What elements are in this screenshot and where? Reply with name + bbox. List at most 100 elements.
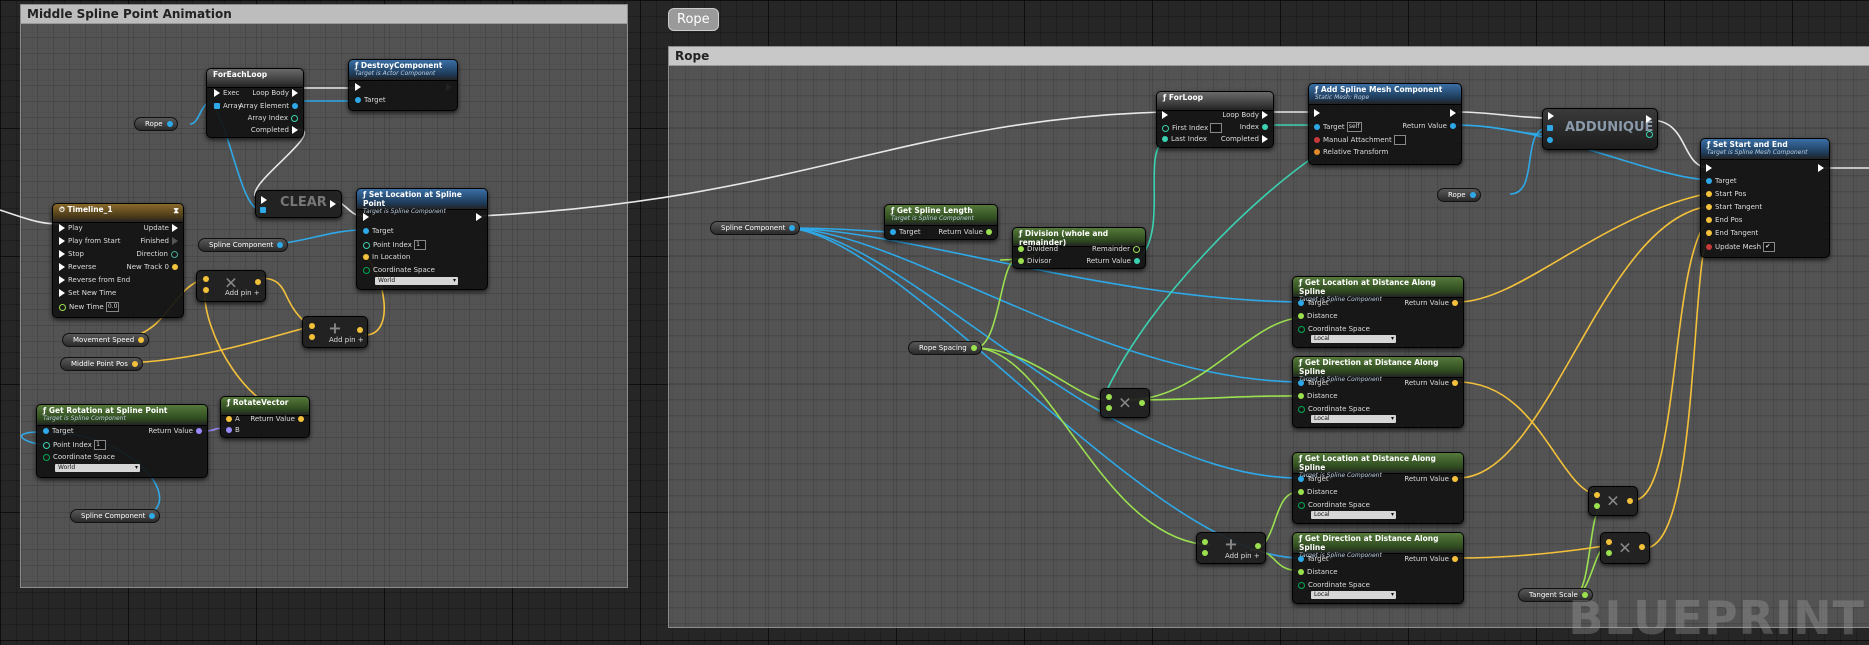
exec-in-pin[interactable]	[355, 83, 361, 91]
output-pin[interactable]	[255, 279, 261, 285]
item-pin[interactable]	[1547, 137, 1553, 143]
index-pin[interactable]	[1262, 124, 1268, 130]
point-index-field[interactable]: 1	[414, 240, 427, 250]
variable-pin[interactable]	[789, 225, 796, 231]
exec-out-pin[interactable]	[1646, 115, 1652, 123]
input-pin[interactable]	[1202, 539, 1208, 545]
destroy-component-node[interactable]: ƒ DestroyComponent Target is Actor Compon…	[348, 59, 458, 111]
node-header[interactable]: ƒ Get Location at Distance Along Spline T…	[1293, 453, 1463, 479]
b-pin[interactable]	[226, 427, 232, 433]
movement-speed-variable-node[interactable]: Movement Speed	[62, 333, 150, 347]
end-tangent-pin[interactable]	[1706, 230, 1712, 236]
rope-spacing-variable-node[interactable]: Rope Spacing	[908, 341, 982, 355]
manual-attachment-pin[interactable]	[1314, 137, 1320, 143]
return-index-pin[interactable]	[1646, 131, 1653, 138]
array-pin[interactable]	[1547, 125, 1553, 131]
get-direction-distance-node-1[interactable]: ƒ Get Direction at Distance Along Spline…	[1292, 356, 1464, 428]
return-value-pin[interactable]	[298, 416, 304, 422]
return-value-pin[interactable]	[1452, 476, 1458, 482]
set-new-time-pin[interactable]	[59, 289, 65, 297]
relative-transform-pin[interactable]	[1314, 149, 1320, 155]
target-pin[interactable]	[355, 97, 361, 103]
point-index-pin[interactable]	[43, 441, 50, 449]
update-mesh-checkbox[interactable]: ✔	[1763, 242, 1776, 252]
clear-node[interactable]: CLEAR	[255, 190, 342, 218]
loop-body-pin[interactable]	[292, 89, 298, 97]
point-index-field[interactable]: 1	[94, 440, 107, 450]
variable-pin[interactable]	[138, 337, 145, 343]
set-location-spline-point-node[interactable]: ƒ Set Location at Spline Point Target is …	[356, 188, 488, 290]
target-pin[interactable]	[1706, 178, 1712, 184]
get-location-distance-node-2[interactable]: ƒ Get Location at Distance Along Spline T…	[1292, 452, 1464, 524]
set-start-and-end-node[interactable]: ƒ Set Start and End Target is Spline Mesh…	[1700, 138, 1830, 258]
output-pin[interactable]	[357, 327, 363, 333]
input-pin[interactable]	[1106, 394, 1112, 400]
coord-space-pin[interactable]	[1298, 581, 1305, 589]
timeline-node[interactable]: ⏱ Timeline_1 ⧗ Play Play from Start Stop …	[52, 203, 184, 318]
variable-pin[interactable]	[277, 242, 284, 248]
foreachloop-node[interactable]: ForEachLoop Exec Array Loop Body Array E…	[206, 68, 304, 138]
reverse-pin[interactable]	[59, 263, 65, 271]
variable-pin[interactable]	[131, 361, 138, 367]
add-spline-mesh-component-node[interactable]: ƒ Add Spline Mesh Component Static Mesh: …	[1308, 83, 1462, 165]
node-header[interactable]: ƒ Get Direction at Distance Along Spline…	[1293, 357, 1463, 383]
exec-in-pin[interactable]	[1706, 164, 1712, 172]
add-pin-icon[interactable]: +	[358, 336, 364, 344]
middle-point-pos-variable-node[interactable]: Middle Point Pos	[60, 357, 143, 371]
end-pos-pin[interactable]	[1706, 217, 1712, 223]
coord-space-pin[interactable]	[1298, 405, 1305, 413]
output-pin[interactable]	[1255, 543, 1261, 549]
exec-in-pin[interactable]	[1548, 112, 1554, 120]
comment-title[interactable]: Middle Spline Point Animation	[21, 5, 627, 24]
exec-out-pin[interactable]	[1818, 164, 1824, 172]
get-direction-distance-node-2[interactable]: ƒ Get Direction at Distance Along Spline…	[1292, 532, 1464, 604]
remainder-pin[interactable]	[1133, 245, 1140, 253]
target-pin[interactable]	[1298, 476, 1304, 482]
direction-pin[interactable]	[171, 250, 178, 258]
exec-in-pin[interactable]	[214, 89, 220, 97]
return-value-pin[interactable]	[196, 428, 202, 434]
variable-pin[interactable]	[166, 121, 173, 127]
coord-space-dropdown[interactable]: Local	[1311, 415, 1396, 423]
target-pin[interactable]	[890, 229, 896, 235]
manual-attachment-checkbox[interactable]	[1393, 135, 1406, 145]
add-pin-label[interactable]: Add pin	[225, 289, 252, 297]
multiply-vector-node-2[interactable]: ✕	[1600, 532, 1650, 564]
node-header[interactable]: ƒ Get Location at Distance Along Spline T…	[1293, 277, 1463, 303]
distance-pin[interactable]	[1298, 393, 1304, 399]
spline-component-variable-node[interactable]: Spline Component	[710, 221, 801, 235]
target-pin[interactable]	[43, 428, 49, 434]
coord-space-dropdown[interactable]: Local	[1311, 591, 1396, 599]
array-element-pin[interactable]	[292, 103, 298, 109]
exec-out-pin[interactable]	[446, 83, 452, 91]
distance-pin[interactable]	[1298, 313, 1304, 319]
exec-out-pin[interactable]	[330, 200, 336, 208]
return-value-pin[interactable]	[1452, 300, 1458, 306]
input-pin[interactable]	[203, 287, 209, 293]
add-pin-label[interactable]: Add pin	[1225, 552, 1252, 560]
input-pin[interactable]	[1606, 539, 1612, 545]
coord-space-pin[interactable]	[43, 453, 50, 461]
coord-space-pin[interactable]	[1298, 325, 1305, 333]
reverse-from-end-pin[interactable]	[59, 276, 65, 284]
exec-in-pin[interactable]	[261, 196, 267, 204]
variable-pin[interactable]	[970, 345, 977, 351]
comment-bubble[interactable]: Rope	[668, 8, 719, 31]
output-pin[interactable]	[1627, 498, 1633, 504]
update-pin[interactable]	[172, 224, 178, 232]
update-mesh-pin[interactable]	[1706, 244, 1712, 250]
coord-space-dropdown[interactable]: World	[55, 464, 140, 472]
node-header[interactable]: ƒ ForLoop	[1157, 92, 1273, 111]
add-pin-icon[interactable]: +	[254, 289, 260, 297]
new-track-pin[interactable]	[172, 264, 178, 270]
node-header[interactable]: ƒ RotateVector	[221, 397, 309, 416]
new-time-field[interactable]: 0.0	[105, 302, 120, 312]
add-pin-label[interactable]: Add pin	[329, 336, 356, 344]
start-tangent-pin[interactable]	[1706, 204, 1712, 210]
multiply-add-pin-node[interactable]: ✕ Add pin +	[196, 270, 266, 302]
input-pin[interactable]	[1594, 492, 1600, 498]
comment-title[interactable]: Rope	[669, 47, 1869, 66]
dividend-pin[interactable]	[1018, 246, 1024, 252]
distance-pin[interactable]	[1298, 489, 1304, 495]
new-time-pin[interactable]	[59, 303, 66, 311]
